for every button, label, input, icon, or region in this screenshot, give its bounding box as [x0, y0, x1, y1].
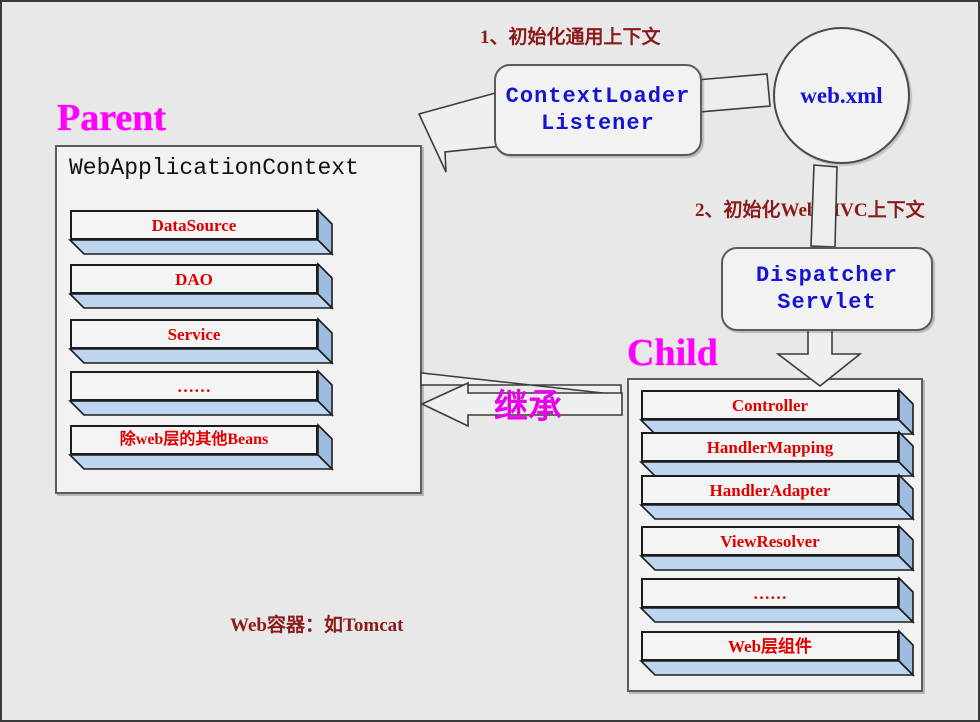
bean-face: 除web层的其他Beans — [70, 425, 318, 455]
child-bean-controller[interactable]: Controller — [639, 388, 915, 436]
parent-bean-service[interactable]: Service — [68, 317, 334, 365]
child-bean-ellipsis[interactable]: …… — [639, 576, 915, 624]
bean-face: HandlerMapping — [641, 432, 899, 462]
bean-face: ViewResolver — [641, 526, 899, 556]
dispatcher-servlet-line1: Dispatcher — [755, 262, 899, 288]
bean-face: …… — [70, 371, 318, 401]
bean-face: DataSource — [70, 210, 318, 240]
dispatcher-servlet-line2: Servlet — [777, 290, 877, 315]
parent-bean-ellipsis[interactable]: …… — [68, 369, 334, 417]
node-context-loader-listener[interactable]: ContextLoader Listener — [494, 64, 702, 156]
bean-face: HandlerAdapter — [641, 475, 899, 505]
web-xml-label: web.xml — [800, 82, 883, 108]
bean-face: …… — [641, 578, 899, 608]
bean-label: HandlerAdapter — [709, 480, 831, 500]
parent-bean-other-beans[interactable]: 除web层的其他Beans — [68, 423, 334, 471]
dispatcher-servlet-label: Dispatcher Servlet — [756, 262, 898, 317]
bean-label: 除web层的其他Beans — [119, 431, 269, 448]
parent-bean-datasource[interactable]: DataSource — [68, 208, 334, 256]
context-loader-listener-label: ContextLoader Listener — [506, 83, 691, 138]
bean-label: DataSource — [151, 215, 237, 235]
child-bean-view-resolver[interactable]: ViewResolver — [639, 524, 915, 572]
bean-face: Controller — [641, 390, 899, 420]
bean-label: …… — [177, 376, 211, 396]
bean-label: …… — [753, 583, 787, 603]
bean-label: Service — [167, 324, 221, 344]
child-bean-web-components[interactable]: Web层组件 — [639, 629, 915, 677]
diagram-canvas: 1、初始化通用上下文 ContextLoader Listener web.xm… — [0, 0, 980, 722]
bean-label: Web层组件 — [727, 636, 813, 656]
bean-face: DAO — [70, 264, 318, 294]
bean-label: ViewResolver — [720, 531, 820, 551]
bean-label: Controller — [731, 395, 809, 415]
context-loader-listener-line1: ContextLoader — [505, 83, 691, 109]
web-container-note: Web容器：如Tomcat — [230, 615, 404, 636]
parent-heading: Parent — [57, 97, 167, 139]
child-bean-handler-adapter[interactable]: HandlerAdapter — [639, 473, 915, 521]
step-2-label: 2、初始化Web MVC上下文 — [695, 200, 925, 221]
inheritance-label: 继承 — [494, 388, 562, 426]
node-web-xml[interactable]: web.xml — [773, 27, 910, 164]
bean-label: HandlerMapping — [706, 437, 834, 457]
parent-bean-dao[interactable]: DAO — [68, 262, 334, 310]
bean-face: Service — [70, 319, 318, 349]
child-heading: Child — [627, 332, 718, 374]
arrow-init-parent-context — [417, 90, 503, 173]
child-bean-handler-mapping[interactable]: HandlerMapping — [639, 430, 915, 478]
connector-listener-webxml — [695, 73, 771, 113]
step-1-label: 1、初始化通用上下文 — [480, 27, 661, 48]
node-dispatcher-servlet[interactable]: Dispatcher Servlet — [721, 247, 933, 331]
bean-face: Web层组件 — [641, 631, 899, 661]
bean-label: DAO — [175, 269, 213, 289]
parent-context-title: WebApplicationContext — [69, 155, 359, 181]
context-loader-listener-line2: Listener — [541, 111, 655, 136]
